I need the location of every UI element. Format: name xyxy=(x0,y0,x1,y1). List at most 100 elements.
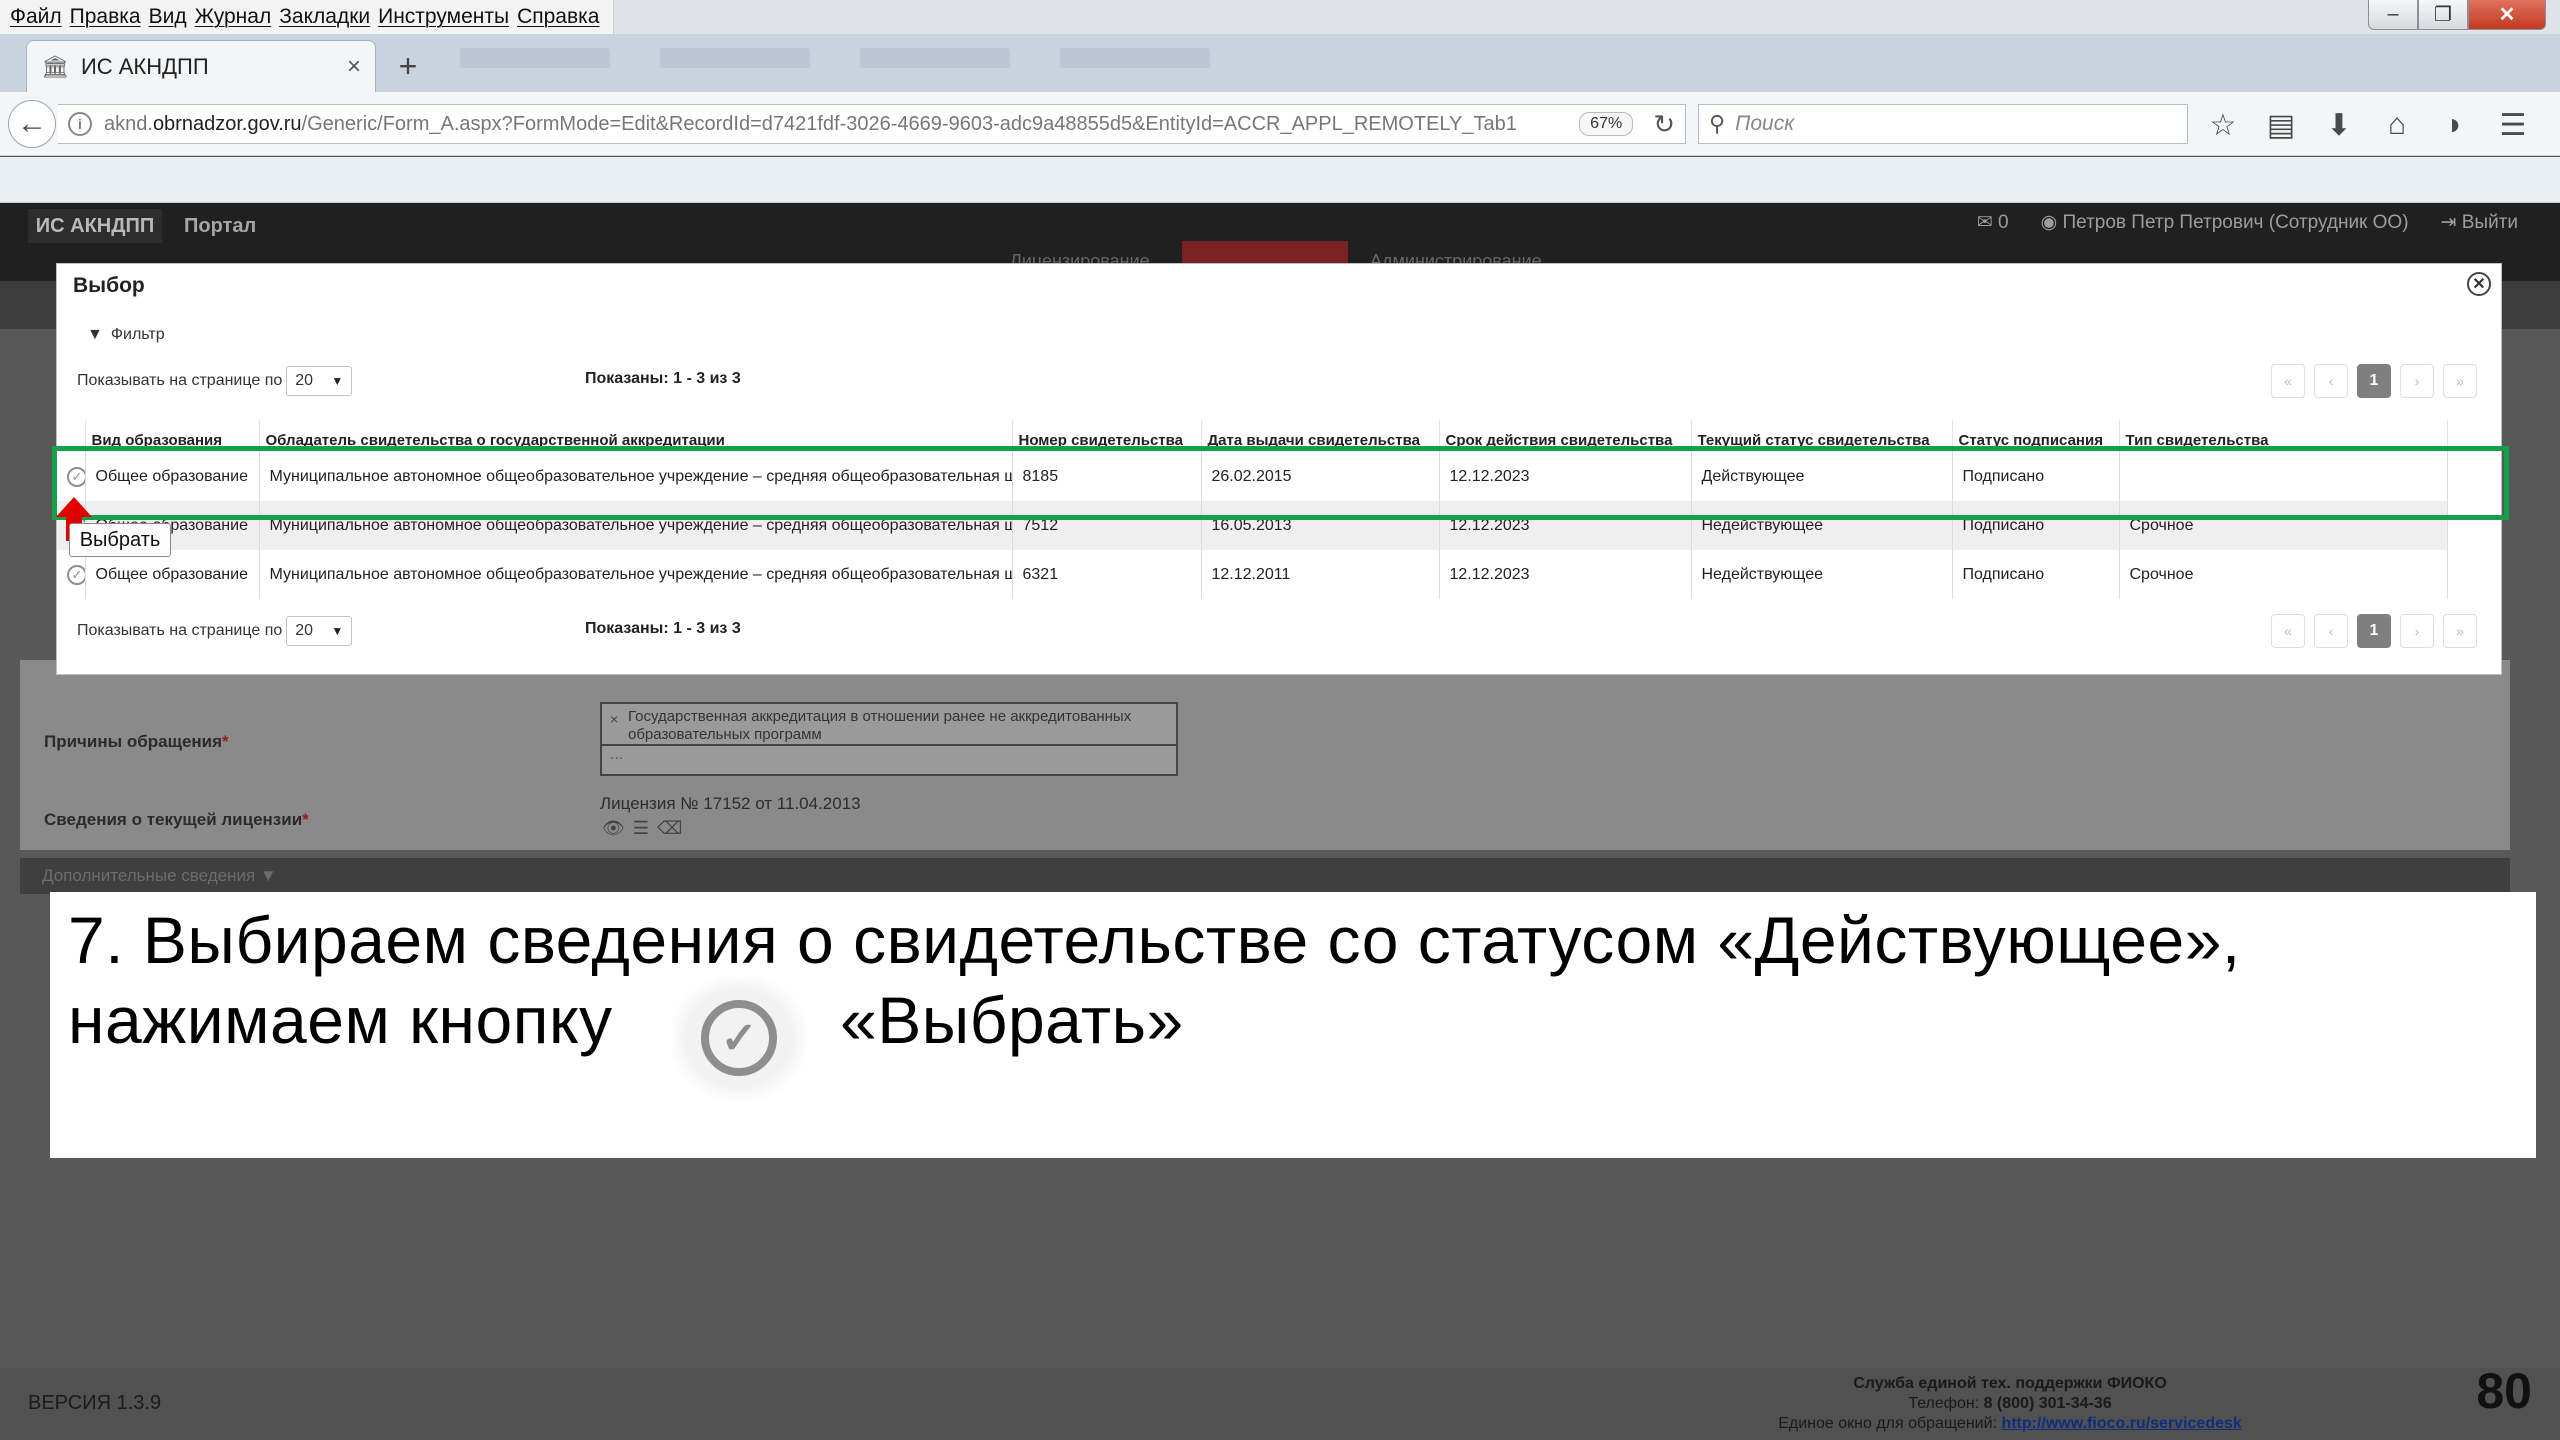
pager-top: « ‹ 1 › » xyxy=(2271,364,2477,398)
caret-down-icon: ▼ xyxy=(331,624,344,638)
tab-active[interactable]: 🏛 ИС АКНДПП × xyxy=(26,40,376,92)
last-page-button[interactable]: » xyxy=(2443,614,2477,648)
next-page-button[interactable]: › xyxy=(2400,364,2434,398)
logout-link[interactable]: ⇥ Выйти xyxy=(2441,211,2518,234)
site-info-icon[interactable]: i xyxy=(68,112,92,136)
support-info: Служба единой тех. поддержки ФИОКО Телеф… xyxy=(1700,1374,2320,1434)
minimize-button[interactable]: – xyxy=(2368,0,2418,30)
url-text[interactable]: aknd.obrnadzor.gov.ru/Generic/Form_A.asp… xyxy=(104,113,1579,136)
last-page-button[interactable]: » xyxy=(2443,364,2477,398)
reasons-label: Причины обращения* xyxy=(44,732,229,752)
licence-actions: 👁☰⌫ xyxy=(602,818,690,839)
additional-info-label: Дополнительные сведения xyxy=(42,866,256,885)
page-size-select[interactable]: 20 ▼ xyxy=(286,616,353,646)
back-button[interactable]: ← xyxy=(8,100,56,148)
bookmark-star-icon[interactable]: ☆ xyxy=(2204,106,2242,144)
home-icon[interactable]: ⌂ xyxy=(2378,106,2416,144)
table-cell: 6321 xyxy=(1012,550,1202,599)
tab-strip: 🏛 ИС АКНДПП × + xyxy=(0,34,2560,92)
prev-page-button[interactable]: ‹ xyxy=(2314,614,2348,648)
messages-count: 0 xyxy=(1998,212,2009,233)
menu-file[interactable]: Файл xyxy=(10,5,62,29)
remove-reason-icon[interactable]: × xyxy=(610,710,618,728)
support-title: Служба единой тех. поддержки ФИОКО xyxy=(1853,1375,2167,1392)
hamburger-menu-icon[interactable]: ☰ xyxy=(2494,106,2532,144)
logout-label: Выйти xyxy=(2461,212,2518,233)
browser-menubar: Файл Правка Вид Журнал Закладки Инструме… xyxy=(0,0,2560,34)
header-user-area: ✉ 0 ◉ Петров Петр Петрович (Сотрудник ОО… xyxy=(1977,211,2518,234)
reading-list-icon[interactable]: ▤ xyxy=(2262,106,2300,144)
reasons-field[interactable]: × Государственная аккредитация в отношен… xyxy=(600,702,1178,746)
download-icon[interactable]: ⬇ xyxy=(2320,106,2358,144)
page-number-button[interactable]: 1 xyxy=(2357,364,2391,398)
tab-close-icon[interactable]: × xyxy=(347,53,361,81)
menu-help[interactable]: Справка xyxy=(517,5,599,29)
blurred-tab[interactable] xyxy=(1060,48,1210,68)
servicedesk-link[interactable]: http://www.fioco.ru/servicedesk xyxy=(2001,1415,2241,1432)
table-row[interactable]: ✓ Общее образование Муниципальное автоно… xyxy=(57,550,2448,599)
table-cell: Недействующее xyxy=(1691,550,1953,599)
close-window-button[interactable]: ✕ xyxy=(2468,0,2546,30)
modal-close-icon[interactable]: ✕ xyxy=(2467,272,2491,296)
next-page-button[interactable]: › xyxy=(2400,614,2434,648)
menu-view[interactable]: Вид xyxy=(149,5,187,29)
reload-icon[interactable]: ↻ xyxy=(1653,109,1675,140)
blurred-tab[interactable] xyxy=(860,48,1010,68)
blurred-tab[interactable] xyxy=(460,48,610,68)
menu-tools[interactable]: Инструменты xyxy=(378,5,509,29)
modal-title: Выбор xyxy=(73,274,145,297)
url-path: /Generic/Form_A.aspx?FormMode=Edit&Recor… xyxy=(301,112,1517,135)
url-bar[interactable]: i aknd.obrnadzor.gov.ru/Generic/Form_A.a… xyxy=(58,104,1686,144)
licence-label-text: Сведения о текущей лицензии xyxy=(44,810,303,829)
shown-count-top: Показаны: 1 - 3 из 3 xyxy=(585,370,741,387)
table-cell: Муниципальное автономное общеобразовател… xyxy=(259,550,1013,599)
clear-icon[interactable]: ⌫ xyxy=(657,818,690,838)
page-size-select[interactable]: 20 ▼ xyxy=(286,366,353,396)
page-footer: ВЕРСИЯ 1.3.9 Служба единой тех. поддержк… xyxy=(0,1368,2560,1440)
view-icon[interactable]: 👁 xyxy=(602,818,633,838)
reasons-label-text: Причины обращения xyxy=(44,732,223,751)
zoom-indicator[interactable]: 67% xyxy=(1579,112,1634,136)
reasons-more-field[interactable]: ... xyxy=(600,746,1178,776)
portal-link[interactable]: Портал xyxy=(184,215,256,238)
menu-history[interactable]: Журнал xyxy=(195,5,272,29)
highlight-frame xyxy=(52,446,2509,520)
instruction-caption: 7. Выбираем сведения о свидетельстве со … xyxy=(50,892,2536,1158)
phone-number: 8 (800) 301-34-36 xyxy=(1983,1395,2112,1412)
phone-label: Телефон: xyxy=(1908,1395,1984,1412)
maximize-button[interactable]: ❐ xyxy=(2418,0,2468,30)
pocket-icon[interactable]: ◗ xyxy=(2436,106,2474,144)
select-check-icon[interactable]: ✓ xyxy=(67,564,84,585)
filter-toggle[interactable]: ▼ Фильтр xyxy=(87,326,165,344)
navigation-bar: ← i aknd.obrnadzor.gov.ru/Generic/Form_A… xyxy=(0,92,2560,156)
background-form: Причины обращения* × Государственная акк… xyxy=(20,660,2510,850)
menu-bookmarks[interactable]: Закладки xyxy=(279,5,370,29)
search-bar[interactable]: ⚲ Поиск xyxy=(1698,104,2188,144)
window-controls: – ❐ ✕ xyxy=(2368,0,2546,30)
user-menu[interactable]: ◉ Петров Петр Петрович (Сотрудник ОО) xyxy=(2041,211,2409,234)
new-tab-button[interactable]: + xyxy=(388,44,428,88)
app-brand[interactable]: ИС АКНДПП xyxy=(28,209,162,243)
page-size-label: Показывать на странице по xyxy=(77,372,283,389)
prev-page-button[interactable]: ‹ xyxy=(2314,364,2348,398)
first-page-button[interactable]: « xyxy=(2271,614,2305,648)
licence-label: Сведения о текущей лицензии* xyxy=(44,810,309,830)
version-label: ВЕРСИЯ 1.3.9 xyxy=(28,1392,162,1414)
page-number-button[interactable]: 1 xyxy=(2357,614,2391,648)
licence-value[interactable]: Лицензия № 17152 от 11.04.2013 xyxy=(600,794,861,814)
page-size-label: Показывать на странице по xyxy=(77,622,283,639)
row-select-cell[interactable]: ✓ xyxy=(57,550,86,599)
list-icon[interactable]: ☰ xyxy=(633,818,657,838)
messages-indicator[interactable]: ✉ 0 xyxy=(1977,211,2009,234)
url-prefix: aknd. xyxy=(104,112,153,135)
additional-info-bar[interactable]: Дополнительные сведения ▼ xyxy=(20,858,2510,894)
select-tooltip: Выбрать xyxy=(69,523,171,557)
site-favicon-icon: 🏛 xyxy=(41,53,69,79)
first-page-button[interactable]: « xyxy=(2271,364,2305,398)
blurred-tab[interactable] xyxy=(660,48,810,68)
user-name: Петров Петр Петрович (Сотрудник ОО) xyxy=(2062,212,2409,233)
menu-edit[interactable]: Правка xyxy=(70,5,141,29)
search-icon: ⚲ xyxy=(1709,111,1726,136)
toolbar-icons: ☆ ▤ ⬇ ⌂ ◗ ☰ xyxy=(2204,106,2532,144)
caption-line-2a: нажимаем кнопку xyxy=(68,983,613,1057)
